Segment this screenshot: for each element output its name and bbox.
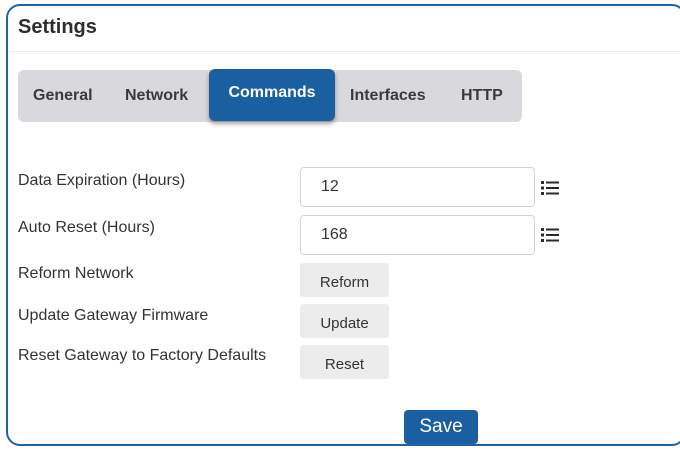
- tab-general[interactable]: General: [33, 70, 93, 122]
- update-firmware-label: Update Gateway Firmware: [18, 307, 209, 324]
- tab-bar: General Network Commands Interfaces HTTP: [18, 69, 522, 122]
- tab-interfaces[interactable]: Interfaces: [350, 70, 426, 122]
- update-button[interactable]: Update: [300, 304, 389, 338]
- tab-commands[interactable]: Commands: [209, 69, 335, 121]
- auto-reset-label: Auto Reset (Hours): [18, 219, 155, 236]
- data-expiration-label: Data Expiration (Hours): [18, 172, 186, 189]
- list-icon[interactable]: [541, 181, 559, 195]
- tab-network[interactable]: Network: [125, 70, 188, 122]
- tab-http[interactable]: HTTP: [461, 70, 503, 122]
- panel-title: Settings: [18, 16, 97, 38]
- auto-reset-field[interactable]: [300, 215, 535, 255]
- reset-button[interactable]: Reset: [300, 345, 389, 379]
- settings-panel: Settings General Network Commands Interf…: [6, 4, 680, 446]
- list-icon[interactable]: [541, 228, 559, 242]
- reform-button[interactable]: Reform: [300, 263, 389, 297]
- factory-reset-label: Reset Gateway to Factory Defaults: [18, 347, 267, 364]
- save-button[interactable]: Save: [404, 410, 478, 444]
- data-expiration-field[interactable]: [300, 167, 535, 207]
- reform-network-label: Reform Network: [18, 265, 134, 282]
- title-divider: [8, 51, 680, 52]
